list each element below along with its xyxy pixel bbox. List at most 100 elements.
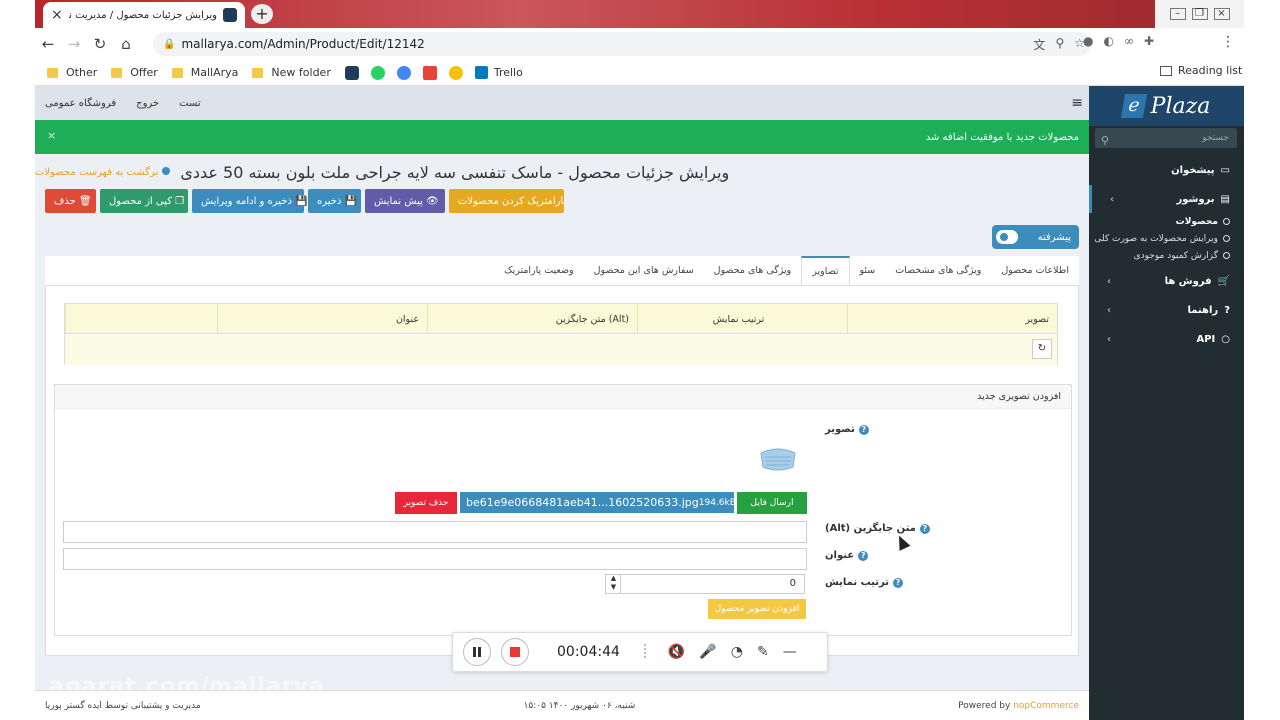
tab-seo[interactable]: سئو bbox=[850, 256, 886, 285]
sidebar-item-dashboard[interactable]: پیشخوان ▭ bbox=[1089, 156, 1244, 184]
search-placeholder: جستجو bbox=[1202, 133, 1229, 143]
maximize-button[interactable]: ❐ bbox=[1191, 8, 1208, 20]
webcam-icon[interactable]: ◔ bbox=[731, 644, 743, 660]
bookmark-label: Other bbox=[66, 66, 98, 79]
sidebar-item-sales[interactable]: ‹ فروش ها 🛒 bbox=[1089, 267, 1244, 295]
back-icon[interactable]: ← bbox=[35, 35, 61, 53]
delete-image-button[interactable]: حذف تصویر bbox=[395, 492, 457, 514]
tab-spec-attributes[interactable]: ویژگی های مشخصات bbox=[885, 256, 991, 285]
help-icon[interactable]: ? bbox=[919, 523, 930, 534]
omnibox[interactable]: 🔒 mallarya.com/Admin/Product/Edit/12142 … bbox=[153, 32, 1091, 56]
tab-close-icon[interactable]: × bbox=[51, 7, 63, 23]
forward-icon[interactable]: → bbox=[61, 35, 87, 53]
mute-icon[interactable]: 🔇 bbox=[668, 644, 685, 660]
bookmark-other[interactable]: Other bbox=[47, 66, 97, 79]
refresh-icon[interactable]: ↻ bbox=[1032, 339, 1052, 359]
bookmark-trello[interactable]: Trello bbox=[474, 66, 523, 79]
add-product-picture-button[interactable]: افزودن تصویر محصول bbox=[708, 599, 806, 619]
nopcommerce-link[interactable]: nopCommerce bbox=[1013, 701, 1079, 711]
sidebar-item-help[interactable]: ‹ راهنما? bbox=[1089, 296, 1244, 324]
bookmark-mallarya[interactable]: MallArya bbox=[171, 66, 238, 79]
google-icon[interactable] bbox=[396, 65, 411, 80]
close-window-button[interactable]: × bbox=[1213, 8, 1230, 20]
puzzle-icon[interactable]: ✚ bbox=[1144, 34, 1154, 48]
help-icon[interactable]: ? bbox=[892, 577, 903, 588]
home-icon[interactable]: ⌂ bbox=[113, 35, 139, 53]
zoom-icon[interactable]: ⚲ bbox=[1055, 36, 1064, 53]
title-input[interactable] bbox=[63, 548, 807, 570]
back-to-list-link[interactable]: برگشت به فهرست محصولات bbox=[35, 166, 171, 178]
alert-close-icon[interactable]: × bbox=[47, 129, 56, 142]
shield-bookmark-icon[interactable] bbox=[344, 65, 359, 80]
circle-icon bbox=[1223, 218, 1230, 225]
help-icon[interactable]: ? bbox=[858, 550, 869, 561]
parametric-button[interactable]: پارامتریک کردن محصولات bbox=[449, 189, 566, 213]
sidebar-sub-low-stock[interactable]: گزارش کمبود موجودی bbox=[1089, 247, 1244, 264]
fan-icon[interactable] bbox=[448, 65, 463, 80]
reading-list-label: Reading list bbox=[1178, 64, 1243, 77]
gmail-icon[interactable] bbox=[422, 65, 437, 80]
alt-label: ? متن جایگزین (Alt) bbox=[825, 523, 930, 534]
logo-e-mark: e bbox=[1120, 94, 1147, 118]
table-header: تصویر ترتیب نمایش متن جایگزین (Alt) عنوا… bbox=[65, 304, 1057, 334]
copy-label: کپی از محصول bbox=[109, 195, 172, 207]
circle-arrow-icon bbox=[162, 166, 171, 175]
hamburger-icon[interactable]: ≡ bbox=[1071, 95, 1083, 111]
tab-product-attributes[interactable]: ویژگی های محصول bbox=[704, 256, 802, 285]
menu-kebab-icon[interactable]: ⋮ bbox=[1221, 34, 1235, 50]
drag-handle[interactable] bbox=[643, 644, 650, 658]
advanced-toggle[interactable]: پیشرفته bbox=[992, 225, 1079, 249]
preview-button[interactable]: پیش نمایش 👁 bbox=[365, 189, 445, 213]
send-file-button[interactable]: ارسال فایل bbox=[737, 492, 807, 514]
help-icon[interactable]: ? bbox=[858, 424, 869, 435]
extension-icon[interactable]: ● bbox=[1083, 34, 1093, 48]
file-name: be61e9e0668481aeb41...1602520633.jpg bbox=[466, 496, 699, 509]
sidebar-sub-products[interactable]: محصولات bbox=[1089, 213, 1244, 230]
mic-icon[interactable]: 🎤 bbox=[699, 644, 716, 660]
title-label: ? عنوان bbox=[825, 550, 869, 561]
eplaza-logo[interactable]: e Plaza bbox=[1089, 86, 1244, 126]
stop-button[interactable] bbox=[501, 638, 529, 666]
reading-list[interactable]: Reading list bbox=[1160, 64, 1242, 77]
alt-input[interactable] bbox=[63, 521, 807, 543]
nav-public-store[interactable]: فروشگاه عمومی bbox=[45, 98, 116, 109]
lock-icon: 🔒 bbox=[163, 38, 176, 50]
tab-parametric-status[interactable]: وضعیت پارامتریک bbox=[494, 256, 584, 285]
sidebar-search-input[interactable]: ⚲ جستجو bbox=[1095, 128, 1237, 148]
minimize-recorder-icon[interactable]: — bbox=[783, 644, 797, 660]
new-tab-button[interactable]: + bbox=[251, 4, 273, 24]
tab-pictures[interactable]: تصاویر bbox=[801, 256, 850, 285]
nav-user[interactable]: تست bbox=[179, 98, 201, 109]
extension-icon[interactable]: ∞ bbox=[1124, 34, 1134, 48]
sidebar-item-catalog[interactable]: ‹ بروشور ▤ bbox=[1089, 185, 1244, 213]
extension-icon[interactable]: ◐ bbox=[1103, 34, 1113, 48]
save-label: ذخیره bbox=[317, 195, 342, 207]
product-tabs: اطلاعات محصول ویژگی های مشخصات سئو تصاوی… bbox=[45, 256, 1079, 286]
whatsapp-icon[interactable] bbox=[370, 65, 385, 80]
delete-button[interactable]: حذف 🗑 bbox=[45, 189, 96, 213]
display-order-input[interactable]: 0 bbox=[605, 574, 805, 594]
sidebar: e Plaza ⚲ جستجو پیشخوان ▭ ‹ بروشور ▤ محصولات … bbox=[1089, 86, 1244, 720]
reload-icon[interactable]: ↻ bbox=[87, 35, 113, 53]
copy-product-button[interactable]: کپی از محصول ❐ bbox=[100, 189, 188, 213]
order-stepper[interactable]: ▲ ▼ bbox=[607, 574, 621, 594]
tab-product-info[interactable]: اطلاعات محصول bbox=[991, 256, 1079, 285]
pause-button[interactable] bbox=[463, 638, 491, 666]
bookmark-offer[interactable]: Offer bbox=[111, 66, 158, 79]
save-continue-button[interactable]: ذخیره و ادامه ویرایش 💾 bbox=[192, 189, 308, 213]
sidebar-item-api[interactable]: ‹ API ○ bbox=[1089, 325, 1244, 353]
pen-icon[interactable]: ✎ bbox=[757, 644, 769, 660]
tab-orders[interactable]: سفارش های این محصول bbox=[584, 256, 704, 285]
minimize-button[interactable]: – bbox=[1169, 8, 1186, 20]
save-button[interactable]: ذخیره 💾 bbox=[308, 189, 361, 213]
sidebar-sub-bulk-edit[interactable]: ویرایش محصولات به صورت کلی bbox=[1089, 230, 1244, 247]
toggle-switch[interactable] bbox=[996, 230, 1018, 244]
add-picture-box: افزودن تصویری جدید ? تصویر حذف تصویر be61… bbox=[54, 384, 1072, 636]
col-title: عنوان bbox=[217, 304, 427, 334]
alert-text: محصولات جدید با موفقیت اضافه شد bbox=[925, 131, 1079, 143]
browser-tab[interactable]: ویرایش جزئیات محصول / مدیریت نرم افز × bbox=[43, 2, 245, 28]
bookmark-new-folder[interactable]: New folder bbox=[252, 66, 331, 79]
translate-icon[interactable]: 文 bbox=[1033, 36, 1045, 53]
nav-logout[interactable]: خروج bbox=[136, 98, 159, 109]
sidebar-label: بروشور bbox=[1176, 193, 1215, 205]
